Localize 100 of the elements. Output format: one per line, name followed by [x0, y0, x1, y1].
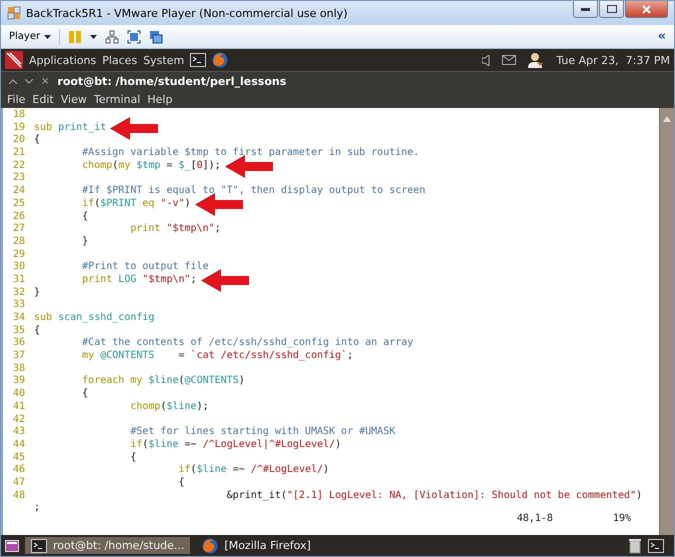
- line-number: 26: [13, 210, 26, 224]
- line-number: 33: [13, 299, 26, 312]
- code-line: my @CONTENTS = `cat /etc/ssh/sshd_config`;: [81, 350, 354, 364]
- line-number: 41: [13, 400, 26, 414]
- code-line: chomp($line);: [129, 400, 209, 414]
- code-line: print "$tmp\n";: [129, 223, 221, 236]
- maximize-icon: [606, 5, 616, 13]
- minimize-button[interactable]: [573, 1, 598, 18]
- code-line: {: [129, 452, 136, 465]
- code-line: #Set for lines starting with UMASK or #UMASK: [129, 426, 396, 439]
- line-number: 47: [13, 476, 26, 490]
- code-line: #Assign variable $tmp to first parameter in sub routine.: [81, 147, 420, 160]
- code-line: {: [81, 210, 88, 224]
- browser-launcher-icon[interactable]: [212, 52, 228, 68]
- taskbar-button[interactable]: [Mozilla Firefox]: [196, 537, 317, 554]
- windows-icon[interactable]: [149, 30, 164, 44]
- line-number: 48: [13, 490, 26, 502]
- menu-icon[interactable]: [5, 540, 19, 552]
- line-number: 19: [13, 122, 26, 134]
- line-number: 31: [13, 274, 26, 287]
- panel-menu[interactable]: Applications: [29, 54, 96, 66]
- chevron-down-icon[interactable]: [25, 79, 33, 84]
- code-line: foreach my $line(@CONTENTS): [81, 375, 245, 388]
- line-number: 39: [13, 375, 26, 388]
- line-number: 42: [13, 414, 26, 426]
- line-number: 40: [13, 388, 26, 401]
- terminal-title: root@bt: /home/student/perl_lessons: [57, 75, 286, 88]
- line-number: 32: [13, 286, 26, 300]
- code-line: if($line =~ /^LogLevel|^#LogLevel/): [129, 438, 342, 452]
- dragon-logo-icon[interactable]: [5, 51, 23, 69]
- line-number: 44: [13, 438, 26, 452]
- user-icon[interactable]: [528, 52, 544, 68]
- code-line: {: [177, 476, 185, 490]
- close-icon: [642, 4, 651, 14]
- globe-icon[interactable]: [202, 538, 218, 554]
- line-number: 25: [13, 198, 26, 210]
- line-number: 22: [13, 160, 26, 172]
- line-number: 34: [13, 312, 26, 325]
- mail-icon[interactable]: [502, 55, 516, 65]
- line-number: 35: [13, 324, 26, 338]
- code-line: #Print to output file: [81, 261, 209, 274]
- maximize-button[interactable]: [599, 1, 624, 18]
- menu-item[interactable]: File: [7, 93, 26, 106]
- code-line: }: [34, 286, 40, 300]
- menu-item[interactable]: Edit: [32, 93, 54, 106]
- workspace-icon[interactable]: [648, 538, 664, 552]
- trash-icon[interactable]: [628, 538, 642, 554]
- line-number: 20: [13, 134, 26, 148]
- caret-icon: [44, 34, 52, 38]
- cursor-position: 48,1-8: [516, 513, 553, 524]
- panel-menu[interactable]: Places: [102, 54, 138, 66]
- panel-menu[interactable]: System: [143, 54, 184, 66]
- line-number: 46: [13, 464, 26, 477]
- scroll-percent: 19%: [612, 513, 631, 524]
- code-line: if($line =~ /^#LogLevel/): [177, 464, 330, 477]
- code-line: if($PRINT eq "-v"): [34, 198, 191, 211]
- line-number: 27: [13, 223, 26, 236]
- scrollbar[interactable]: [659, 108, 674, 535]
- code-line: sub print_it: [34, 122, 106, 135]
- minimize-icon: [581, 8, 590, 10]
- chevron-up-icon[interactable]: [9, 79, 17, 84]
- speaker-icon[interactable]: [482, 54, 490, 66]
- close-tab-button[interactable]: ×: [41, 76, 50, 87]
- line-number: 37: [13, 350, 26, 363]
- app-icon: [7, 6, 21, 20]
- player-menu[interactable]: Player: [9, 31, 52, 42]
- line-number: 21: [13, 147, 26, 160]
- clock[interactable]: Tue Apr 23, 7:37 PM: [556, 54, 670, 66]
- fullscreen-icon[interactable]: [127, 30, 142, 44]
- terminal-launcher-icon[interactable]: [190, 53, 206, 67]
- menu-item[interactable]: View: [60, 93, 87, 106]
- code-line: }: [81, 236, 88, 249]
- line-number: 29: [13, 248, 26, 262]
- code-line: #Cat the contents of /etc/ssh/sshd_config into an array: [81, 337, 414, 350]
- code-line: {: [81, 388, 88, 402]
- menu-item[interactable]: Help: [147, 93, 172, 106]
- code-line: ;: [34, 502, 40, 516]
- terminal-icon[interactable]: [31, 538, 47, 552]
- line-number: 18: [13, 109, 26, 122]
- line-number: 28: [13, 236, 26, 249]
- line-number: 45: [13, 452, 26, 464]
- collapse-toolbar-button[interactable]: «: [658, 29, 666, 44]
- line-number: 38: [13, 362, 26, 376]
- code-line: &print_it("[2.1] LogLevel: NA, [Violation]: Should not be commented"): [226, 490, 642, 503]
- caret-icon[interactable]: [90, 34, 98, 38]
- line-number: 24: [13, 185, 26, 198]
- code-line: #If $PRINT is equal to "T", then display output to screen: [81, 185, 426, 198]
- code-line: sub scan_sshd_config: [34, 312, 154, 325]
- taskbar-button[interactable]: root@bt: /home/stude...: [25, 537, 190, 554]
- line-number: 23: [13, 172, 26, 186]
- line-number: 30: [13, 261, 26, 274]
- network-icon[interactable]: [105, 30, 120, 44]
- close-button[interactable]: [625, 1, 668, 18]
- menu-item[interactable]: Terminal: [94, 93, 140, 106]
- code-line: {: [34, 324, 40, 338]
- window-title: BackTrack5R1 - VMware Player (Non-commercial use only): [26, 6, 348, 20]
- code-line: chomp(my $tmp = $_[0]);: [34, 160, 221, 173]
- line-number: 43: [13, 426, 26, 439]
- code-line: {: [34, 134, 40, 148]
- code-line: print LOG "$tmp\n";: [34, 274, 197, 287]
